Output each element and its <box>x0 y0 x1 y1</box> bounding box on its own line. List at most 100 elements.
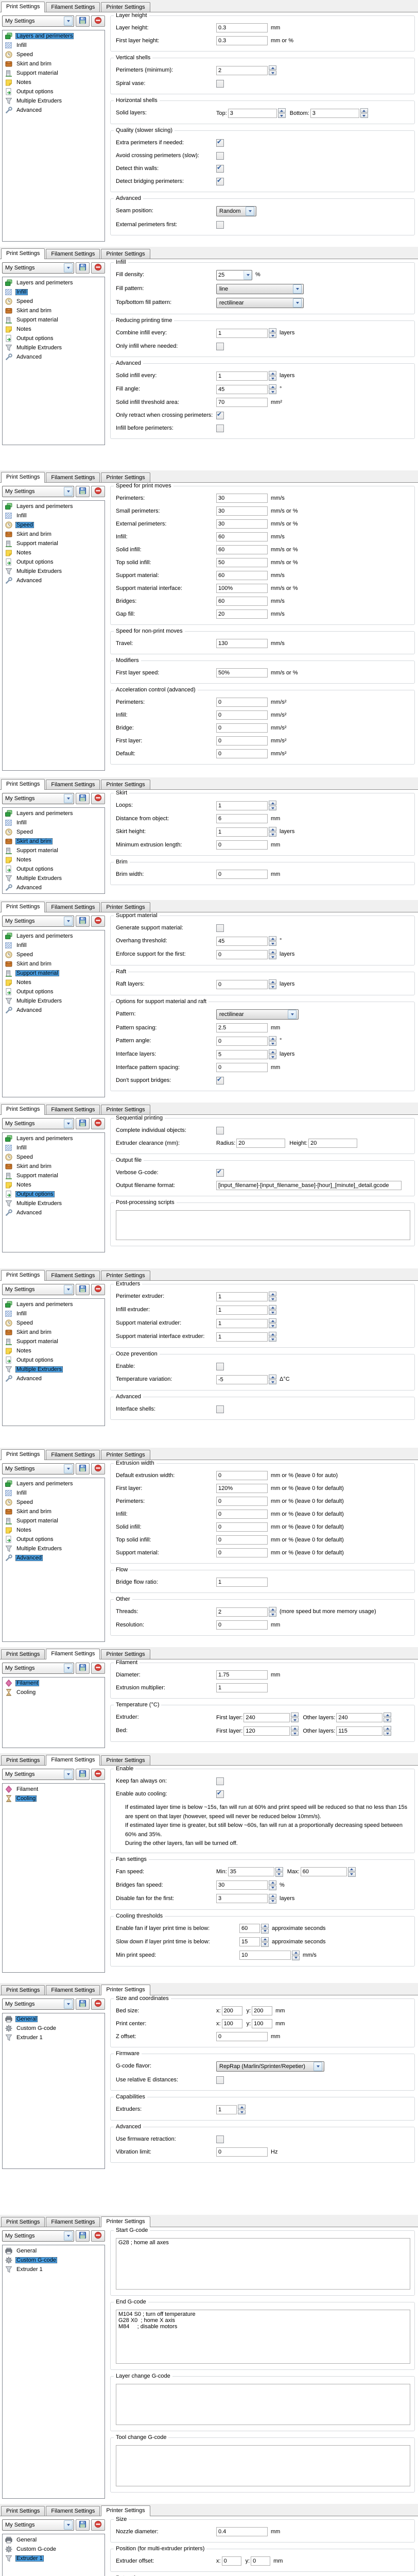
sidebar-item-advanced[interactable]: Advanced <box>4 1208 103 1217</box>
spin-up-button[interactable] <box>238 2105 246 2109</box>
sidebar-item-advanced[interactable]: Advanced <box>4 883 103 892</box>
delete-preset-button[interactable] <box>91 916 105 927</box>
infill-input[interactable] <box>216 1510 268 1519</box>
spin-up-button[interactable] <box>269 1305 276 1310</box>
delete-preset-button[interactable] <box>91 1663 105 1674</box>
sidebar-item-skirt-and-brim[interactable]: Skirt and brim <box>4 1162 103 1171</box>
tab-print-settings[interactable]: Print Settings <box>1 1449 45 1460</box>
sidebar-item-layers-and-perimeters[interactable]: Layers and perimeters <box>4 931 103 941</box>
x-bed-size-input[interactable] <box>222 2006 242 2015</box>
complete-individual-objects-checkbox[interactable] <box>216 1127 224 1134</box>
extra-perimeters-if-needed-checkbox[interactable] <box>216 139 224 147</box>
sidebar-item-filament[interactable]: Filament <box>4 1785 103 1794</box>
tab-printer-settings[interactable]: Printer Settings <box>101 1755 150 1765</box>
spin-up-button[interactable] <box>348 1867 356 1872</box>
sidebar-item-notes[interactable]: Notes <box>4 78 103 87</box>
fill-angle-input[interactable] <box>216 385 268 394</box>
sidebar-item-notes[interactable]: Notes <box>4 548 103 557</box>
sidebar-item-layers-and-perimeters[interactable]: Layers and perimeters <box>4 1479 103 1488</box>
spin-up-button[interactable] <box>384 1713 391 1717</box>
spin-down-button[interactable] <box>269 832 276 837</box>
tab-print-settings[interactable]: Print Settings <box>1 2217 45 2227</box>
verbose-g-code-checkbox[interactable] <box>216 1169 224 1177</box>
spin-down-button[interactable] <box>269 1297 276 1301</box>
support-material-input[interactable] <box>216 1548 268 1557</box>
support-material-interface-input[interactable] <box>216 584 268 593</box>
vibration-limit-input[interactable] <box>216 2147 268 2157</box>
spin-down-button[interactable] <box>269 1337 276 1342</box>
spin-down-button[interactable] <box>348 1872 356 1877</box>
tab-printer-settings[interactable]: Printer Settings <box>101 2505 150 2516</box>
spin-down-button[interactable] <box>292 1956 300 1960</box>
tab-printer-settings[interactable]: Printer Settings <box>101 1270 150 1280</box>
raft-layers-input[interactable] <box>216 980 268 989</box>
use-relative-e-distances-checkbox[interactable] <box>216 2076 224 2084</box>
delete-preset-button[interactable] <box>91 262 105 274</box>
perimeters-input[interactable] <box>216 698 268 707</box>
sidebar-item-advanced[interactable]: Advanced <box>4 1553 103 1563</box>
tab-filament-settings[interactable]: Filament Settings <box>46 1450 100 1460</box>
fill-pattern-select[interactable]: line <box>216 284 304 294</box>
sidebar-item-support-material[interactable]: Support material <box>4 1171 103 1180</box>
interface-layers-input[interactable] <box>216 1050 268 1059</box>
infill-input[interactable] <box>216 710 268 720</box>
sidebar-item-notes[interactable]: Notes <box>4 1346 103 1355</box>
top-solid-infill-input[interactable] <box>216 1535 268 1545</box>
max-fan-speed-input[interactable] <box>301 1867 347 1876</box>
sidebar-item-multiple-extruders[interactable]: Multiple Extruders <box>4 96 103 106</box>
x-extruder-offset-input[interactable] <box>222 2556 241 2566</box>
spin-up-button[interactable] <box>292 1951 300 1955</box>
sidebar-item-multiple-extruders[interactable]: Multiple Extruders <box>4 996 103 1006</box>
sidebar-item-support-material[interactable]: Support material <box>4 1516 103 1526</box>
tab-print-settings[interactable]: Print Settings <box>1 1985 45 1995</box>
fill-density-input[interactable] <box>217 271 243 279</box>
top-solid-layers-input[interactable] <box>228 109 277 118</box>
preset-select[interactable]: My Settings <box>2 1463 74 1475</box>
first-layer-input[interactable] <box>216 736 268 745</box>
save-preset-button[interactable] <box>76 916 90 927</box>
sidebar-item-extruder-1[interactable]: Extruder 1 <box>4 2033 103 2042</box>
sidebar-item-support-material[interactable]: Support material <box>4 846 103 855</box>
sidebar-item-cooling[interactable]: Cooling <box>4 1688 103 1697</box>
save-preset-button[interactable] <box>76 1663 90 1674</box>
sidebar-item-custom-g-code[interactable]: Custom G-code <box>4 2256 103 2265</box>
spin-down-button[interactable] <box>261 1942 269 1947</box>
tab-filament-settings[interactable]: Filament Settings <box>46 472 100 482</box>
layer-change-g-code-textarea[interactable] <box>116 2384 410 2425</box>
sidebar-item-custom-g-code[interactable]: Custom G-code <box>4 2024 103 2033</box>
solid-infill-input[interactable] <box>216 1522 268 1532</box>
perimeter-extruder-input[interactable] <box>216 1292 268 1301</box>
sidebar-item-skirt-and-brim[interactable]: Skirt and brim <box>4 959 103 969</box>
preset-select[interactable]: My Settings <box>2 1769 74 1780</box>
spin-down-button[interactable] <box>278 113 286 118</box>
fill-density-combo[interactable] <box>216 270 252 280</box>
solid-infill-threshold-area-input[interactable] <box>216 398 268 407</box>
support-material-interface-extruder-input[interactable] <box>216 1332 268 1342</box>
spin-up-button[interactable] <box>291 1726 299 1731</box>
detect-bridging-perimeters-checkbox[interactable] <box>216 178 224 185</box>
diameter-input[interactable] <box>216 1670 268 1680</box>
only-infill-where-needed-checkbox[interactable] <box>216 343 224 350</box>
bottom-solid-layers-input[interactable] <box>310 109 359 118</box>
sidebar-item-notes[interactable]: Notes <box>4 855 103 865</box>
sidebar-item-notes[interactable]: Notes <box>4 1526 103 1535</box>
tab-printer-settings[interactable]: Printer Settings <box>101 1105 150 1114</box>
nozzle-diameter-input[interactable] <box>216 2527 268 2536</box>
sidebar-item-infill[interactable]: Infill <box>4 511 103 520</box>
tab-filament-settings[interactable]: Filament Settings <box>46 779 100 789</box>
first-layer-extruder-input[interactable] <box>243 1713 290 1722</box>
tab-filament-settings[interactable]: Filament Settings <box>46 2506 100 2516</box>
sidebar-item-filament[interactable]: Filament <box>4 1679 103 1688</box>
height-extruder-clearance-mm-input[interactable] <box>308 1139 357 1148</box>
spin-up-button[interactable] <box>384 1726 391 1731</box>
detect-thin-walls-checkbox[interactable] <box>216 165 224 173</box>
sidebar-item-output-options[interactable]: Output options <box>4 1355 103 1365</box>
sidebar-item-infill[interactable]: Infill <box>4 41 103 50</box>
spin-up-button[interactable] <box>269 1375 276 1379</box>
distance-from-object-input[interactable] <box>216 814 268 823</box>
sidebar-item-skirt-and-brim[interactable]: Skirt and brim <box>4 1507 103 1516</box>
spin-up-button[interactable] <box>269 1292 276 1296</box>
spin-down-button[interactable] <box>291 1731 299 1736</box>
preset-select[interactable]: My Settings <box>2 916 74 927</box>
solid-infill-input[interactable] <box>216 545 268 554</box>
